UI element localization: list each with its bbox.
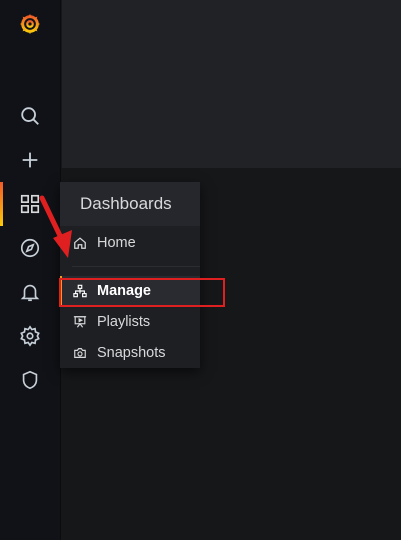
menu-item-playlists[interactable]: Playlists [60, 307, 200, 337]
annotation-highlight-box [59, 278, 225, 307]
grafana-logo[interactable] [0, 2, 60, 46]
compass-icon[interactable] [0, 226, 60, 270]
cog-icon[interactable] [0, 314, 60, 358]
shield-icon[interactable] [0, 358, 60, 402]
menu-item-home[interactable]: Home [60, 228, 200, 258]
menu-title[interactable]: Dashboards [60, 182, 200, 226]
menu-item-snapshots[interactable]: Snapshots [60, 338, 200, 368]
dashboards-menu: Dashboards Home Manage Playlists Snapsho… [60, 182, 200, 368]
menu-item-label: Playlists [97, 314, 151, 330]
camera-icon [73, 345, 89, 361]
bell-icon[interactable] [0, 270, 60, 314]
menu-item-label: Home [97, 235, 136, 251]
search-icon[interactable] [0, 94, 60, 138]
home-icon [73, 235, 89, 251]
menu-divider [72, 266, 200, 267]
menu-item-label: Snapshots [97, 345, 166, 361]
apps-icon[interactable] [0, 182, 60, 226]
plus-icon[interactable] [0, 138, 60, 182]
presentation-play-icon [73, 314, 89, 330]
side-menu [0, 0, 61, 540]
top-header [62, 0, 401, 168]
